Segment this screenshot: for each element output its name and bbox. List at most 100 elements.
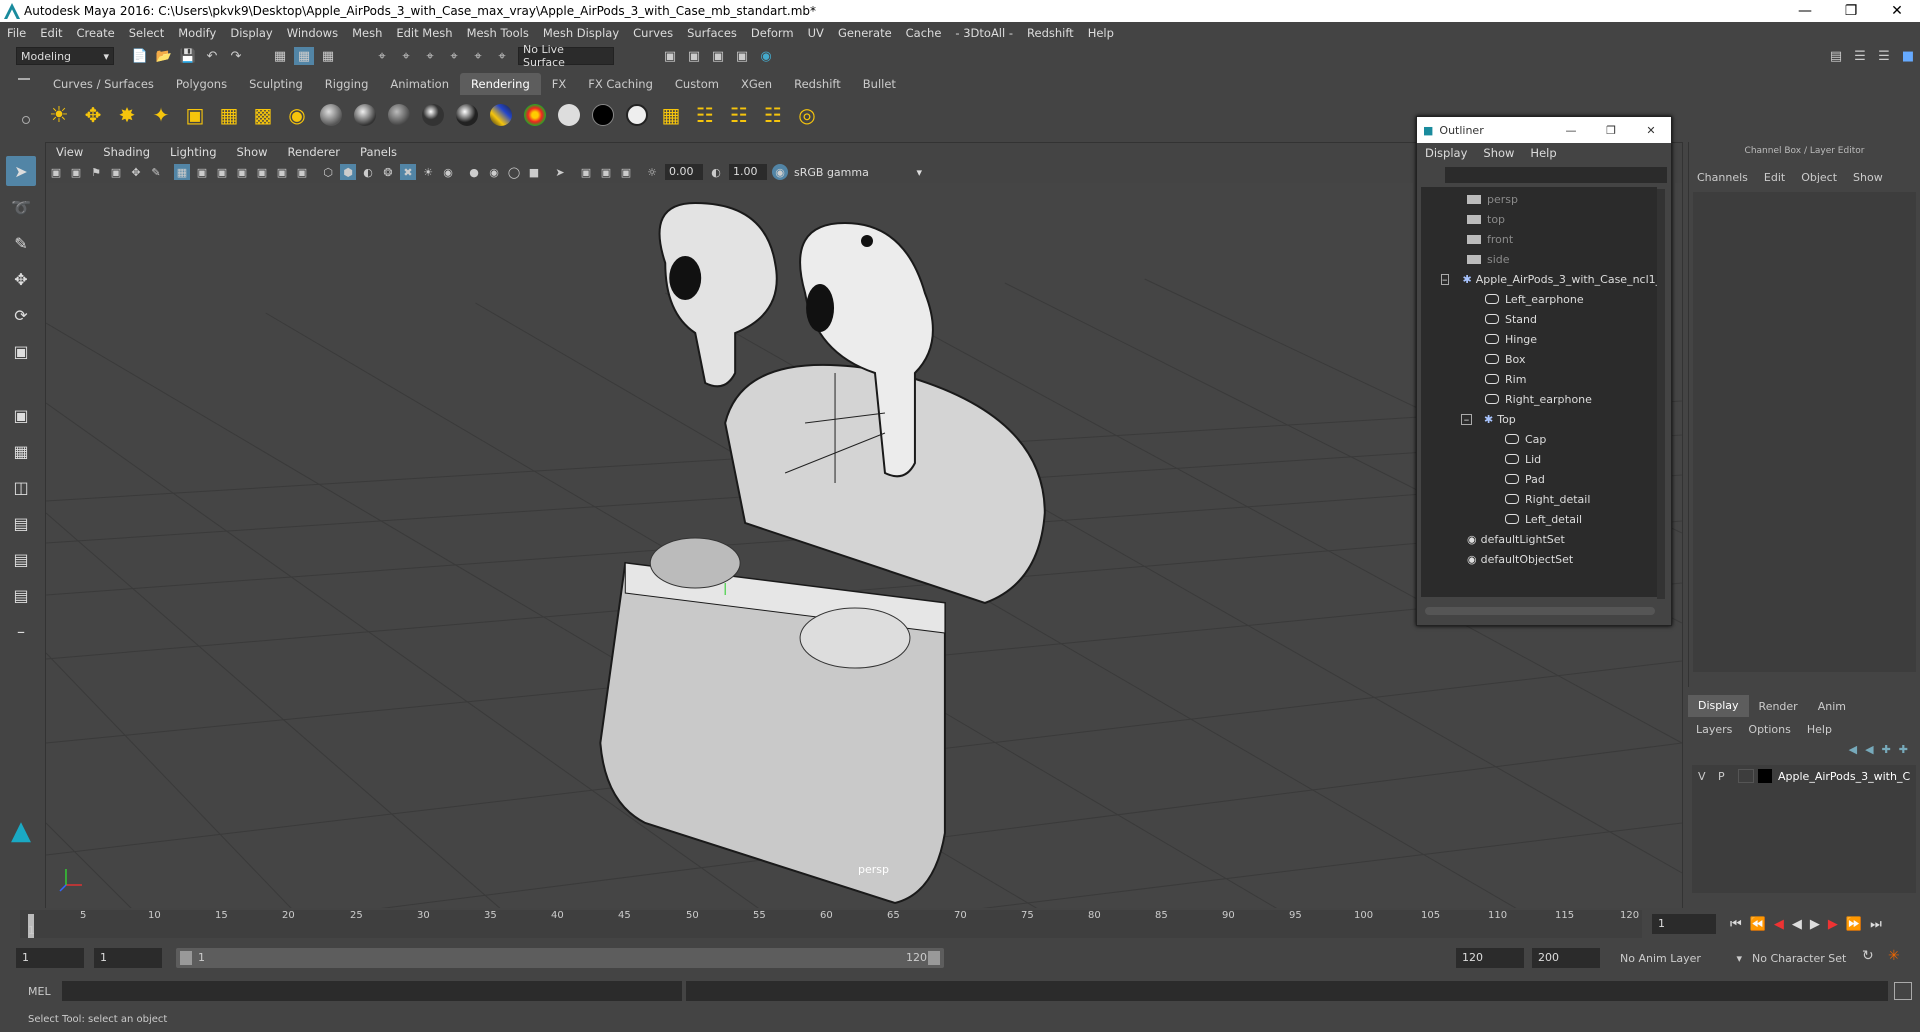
outliner-item-left-earphone[interactable]: Left_earphone <box>1421 289 1657 309</box>
move-layer-up-icon[interactable]: ◀ <box>1849 743 1857 756</box>
color-management-icon[interactable]: ◉ <box>772 164 788 180</box>
menu-mesh[interactable]: Mesh <box>345 26 389 40</box>
menu-edit[interactable]: Edit <box>33 26 69 40</box>
blinn-shader-icon[interactable] <box>351 101 379 129</box>
viewport-menu-lighting[interactable]: Lighting <box>160 145 226 159</box>
collapse-icon[interactable]: – <box>1441 273 1449 285</box>
color-space-dropdown[interactable]: sRGB gamma ▾ <box>790 164 926 180</box>
layer-name[interactable]: Apple_AirPods_3_with_C <box>1778 770 1910 783</box>
menu-modify[interactable]: Modify <box>171 26 223 40</box>
point-light-icon[interactable]: ✸ <box>113 101 141 129</box>
outliner-item-group[interactable]: – ✱ Apple_AirPods_3_with_Case_ncl1_ <box>1421 269 1661 289</box>
render-settings-shelf-icon[interactable]: ▦ <box>657 101 685 129</box>
resolution-gate-icon[interactable]: ▣ <box>214 164 230 180</box>
layer-visibility-toggle[interactable]: V <box>1698 770 1718 783</box>
menu-mesh-tools[interactable]: Mesh Tools <box>460 26 536 40</box>
exposure-field[interactable]: 0.00 <box>665 164 703 180</box>
outliner-item-top[interactable]: top <box>1421 209 1657 229</box>
menu-windows[interactable]: Windows <box>280 26 345 40</box>
step-forward-frame-icon[interactable]: ⏩ <box>1846 917 1862 932</box>
menu-mesh-display[interactable]: Mesh Display <box>536 26 626 40</box>
bookmark-icon[interactable]: ⚑ <box>88 164 104 180</box>
outliner-item-default-object-set[interactable]: ◉ defaultObjectSet <box>1421 549 1657 569</box>
tool-settings-toggle-icon[interactable]: ☰ <box>1850 47 1870 65</box>
outliner-item-right-earphone[interactable]: Right_earphone <box>1421 389 1657 409</box>
anti-aliasing-icon[interactable]: ◉ <box>486 164 502 180</box>
backface-culling-icon[interactable]: ▣ <box>618 164 634 180</box>
range-bar[interactable]: 1 120 <box>176 948 944 968</box>
gate-mask-icon[interactable]: ▣ <box>234 164 250 180</box>
outliner-item-hinge[interactable]: Hinge <box>1421 329 1657 349</box>
attribute-editor-toggle-icon[interactable]: ▤ <box>1826 47 1846 65</box>
time-slider[interactable]: 1 5 10 15 20 25 30 35 40 45 50 55 60 65 … <box>0 908 1920 944</box>
viewport-menu-renderer[interactable]: Renderer <box>278 145 351 159</box>
isolate-select-icon[interactable]: ■ <box>526 164 542 180</box>
camera-aim-icon[interactable]: ▩ <box>249 101 277 129</box>
shelf-menu-icon[interactable] <box>18 78 30 80</box>
viewport-menu-panels[interactable]: Panels <box>350 145 407 159</box>
tab-sculpting[interactable]: Sculpting <box>238 73 314 95</box>
tab-render-layers[interactable]: Render <box>1749 700 1808 713</box>
tab-fx[interactable]: FX <box>541 73 578 95</box>
use-background-icon[interactable] <box>555 101 583 129</box>
select-tool-icon[interactable]: ➤ <box>6 156 36 186</box>
render-view-icon[interactable]: ▣ <box>660 47 680 65</box>
render-settings-icon[interactable]: ▣ <box>732 47 752 65</box>
command-input[interactable] <box>62 981 682 1001</box>
save-scene-icon[interactable]: 💾 <box>178 47 198 65</box>
menu-curves[interactable]: Curves <box>626 26 680 40</box>
maximize-icon[interactable]: ❐ <box>1828 3 1874 19</box>
command-language-label[interactable]: MEL <box>28 985 51 998</box>
tab-rigging[interactable]: Rigging <box>314 73 380 95</box>
layer-playback-toggle[interactable]: P <box>1718 770 1738 783</box>
play-backwards-icon[interactable]: ◀ <box>1792 917 1802 932</box>
minimize-icon[interactable]: — <box>1782 3 1828 19</box>
paint-select-tool-icon[interactable]: ✎ <box>6 228 36 258</box>
persp-graph-layout-icon[interactable]: ▤ <box>6 508 36 538</box>
outliner-search-input[interactable] <box>1445 167 1667 183</box>
menu-cache[interactable]: Cache <box>899 26 949 40</box>
anisotropic-shader-icon[interactable] <box>317 101 345 129</box>
layer-menu-layers[interactable]: Layers <box>1688 723 1740 736</box>
snap-surface-icon[interactable]: ⌖ <box>468 47 488 65</box>
shelf-options-icon[interactable] <box>22 116 30 124</box>
outliner-minimize-icon[interactable]: — <box>1551 124 1591 137</box>
outliner-item-pad[interactable]: Pad <box>1421 469 1657 489</box>
menu-surfaces[interactable]: Surfaces <box>680 26 744 40</box>
mode-dropdown[interactable]: Modeling ▾ <box>16 47 114 65</box>
outliner-item-cap[interactable]: Cap <box>1421 429 1657 449</box>
tab-curves-surfaces[interactable]: Curves / Surfaces <box>42 73 165 95</box>
close-icon[interactable]: ✕ <box>1874 3 1920 19</box>
tab-xgen[interactable]: XGen <box>730 73 783 95</box>
tab-rendering[interactable]: Rendering <box>460 73 541 95</box>
menu-uv[interactable]: UV <box>801 26 831 40</box>
play-forwards-icon[interactable]: ▶ <box>1810 917 1820 932</box>
layer-color-swatch[interactable] <box>1758 769 1772 783</box>
channel-menu-edit[interactable]: Edit <box>1756 171 1793 184</box>
outliner-item-top-group[interactable]: – ✱ Top <box>1421 409 1657 429</box>
playback-end-field[interactable]: 120 <box>1456 948 1524 968</box>
rotate-tool-icon[interactable]: ⟳ <box>6 300 36 330</box>
layer-menu-help[interactable]: Help <box>1799 723 1840 736</box>
use-all-lights-icon[interactable]: ✖ <box>400 164 416 180</box>
open-scene-icon[interactable]: 📂 <box>154 47 174 65</box>
shadows-icon[interactable]: ☀ <box>420 164 436 180</box>
viewport-menu-view[interactable]: View <box>46 145 93 159</box>
new-scene-icon[interactable]: 📄 <box>130 47 150 65</box>
area-light-icon[interactable]: ▣ <box>181 101 209 129</box>
snap-view-icon[interactable]: ⌖ <box>444 47 464 65</box>
outliner-item-front[interactable]: front <box>1421 229 1657 249</box>
render-batch-icon[interactable]: ☷ <box>725 101 753 129</box>
safe-action-icon[interactable]: ▣ <box>274 164 290 180</box>
snap-curve-icon[interactable]: ⌖ <box>396 47 416 65</box>
menu-file[interactable]: File <box>0 26 33 40</box>
outliner-item-default-light-set[interactable]: ◉ defaultLightSet <box>1421 529 1657 549</box>
image-plane-icon[interactable]: ▣ <box>108 164 124 180</box>
outliner-item-right-detail[interactable]: Right_detail <box>1421 489 1657 509</box>
channel-menu-object[interactable]: Object <box>1793 171 1845 184</box>
script-editor-icon[interactable] <box>1894 982 1912 1000</box>
tab-redshift[interactable]: Redshift <box>783 73 852 95</box>
snap-grid-icon[interactable]: ⌖ <box>372 47 392 65</box>
outliner-menu-help[interactable]: Help <box>1522 146 1564 160</box>
outliner-item-side[interactable]: side <box>1421 249 1657 269</box>
